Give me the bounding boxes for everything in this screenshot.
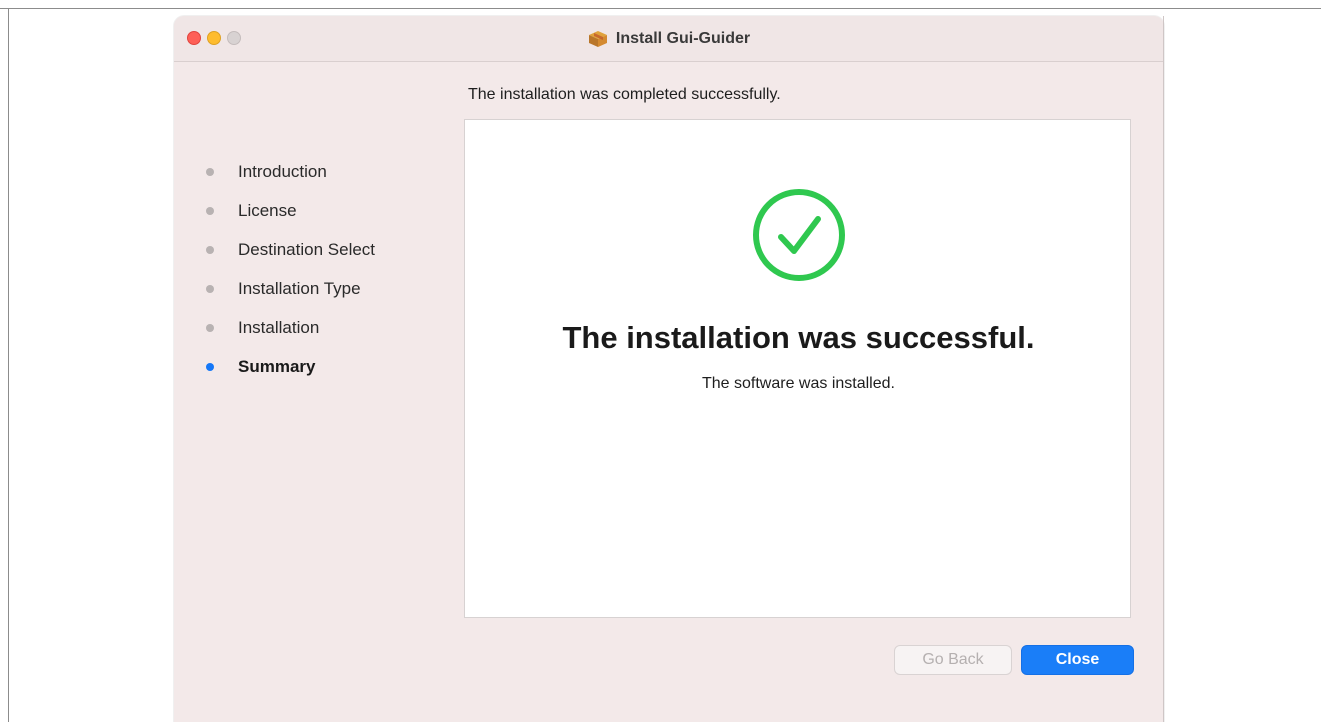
step-label: Summary <box>238 356 316 376</box>
sidebar-step-introduction: Introduction <box>202 152 462 191</box>
sidebar-step-destination-select: Destination Select <box>202 230 462 269</box>
sidebar-step-installation-type: Installation Type <box>202 269 462 308</box>
content-panel: The installation was successful. The sof… <box>464 119 1131 618</box>
window-title: Install Gui-Guider <box>615 29 751 47</box>
step-label: Destination Select <box>238 239 376 259</box>
step-bullet <box>206 245 214 254</box>
close-button[interactable]: Close <box>1021 645 1134 675</box>
package-icon <box>588 30 608 48</box>
step-label: License <box>238 200 297 220</box>
step-bullet <box>206 167 214 176</box>
step-label: Introduction <box>238 161 327 181</box>
sidebar-step-summary: Summary <box>202 347 462 386</box>
window-title-group: Install Gui-Guider <box>174 16 1164 61</box>
steps-sidebar: Introduction License Destination Select … <box>202 152 462 386</box>
sidebar-step-license: License <box>202 191 462 230</box>
screen-frame-left <box>8 8 9 722</box>
title-bar[interactable]: Install Gui-Guider <box>174 16 1164 62</box>
step-label: Installation <box>238 317 320 337</box>
success-subtitle: The software was installed. <box>702 375 895 392</box>
header-message: The installation was completed successfu… <box>468 86 781 103</box>
screen-frame-top <box>0 8 1321 9</box>
step-bullet <box>206 323 214 332</box>
step-bullet-active <box>206 362 214 371</box>
sidebar-step-installation: Installation <box>202 308 462 347</box>
step-label: Installation Type <box>238 278 361 298</box>
window-right-edge <box>1163 16 1164 722</box>
step-bullet <box>206 206 214 215</box>
success-title: The installation was successful. <box>562 320 1035 355</box>
installer-window: Install Gui-Guider The installation was … <box>174 16 1164 722</box>
go-back-button[interactable]: Go Back <box>894 645 1012 675</box>
checkmark-circle-icon <box>751 187 847 283</box>
step-bullet <box>206 284 214 293</box>
